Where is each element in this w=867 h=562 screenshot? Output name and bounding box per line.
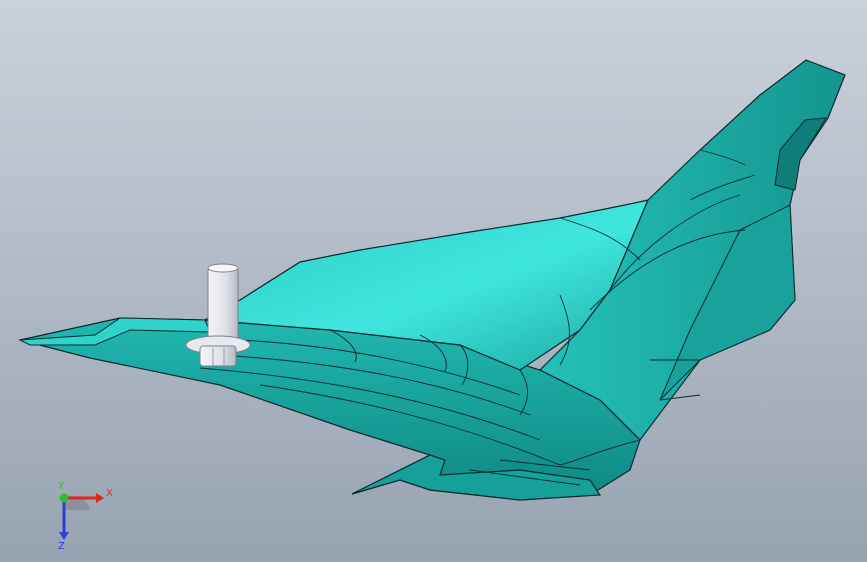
x-axis-label: X	[106, 488, 113, 499]
z-axis-label: Z	[58, 541, 65, 550]
x-axis-arrow	[96, 493, 104, 503]
pin-top	[207, 263, 239, 273]
y-axis-label: Y	[57, 481, 65, 492]
3d-viewport[interactable]: X Y Z	[0, 0, 867, 562]
y-axis-dot	[59, 493, 69, 503]
coordinate-triad: X Y Z	[57, 481, 113, 550]
pin-shaft	[207, 267, 239, 341]
cad-model[interactable]	[0, 0, 867, 562]
pin-nut	[199, 345, 237, 367]
z-axis-arrow	[59, 532, 69, 540]
